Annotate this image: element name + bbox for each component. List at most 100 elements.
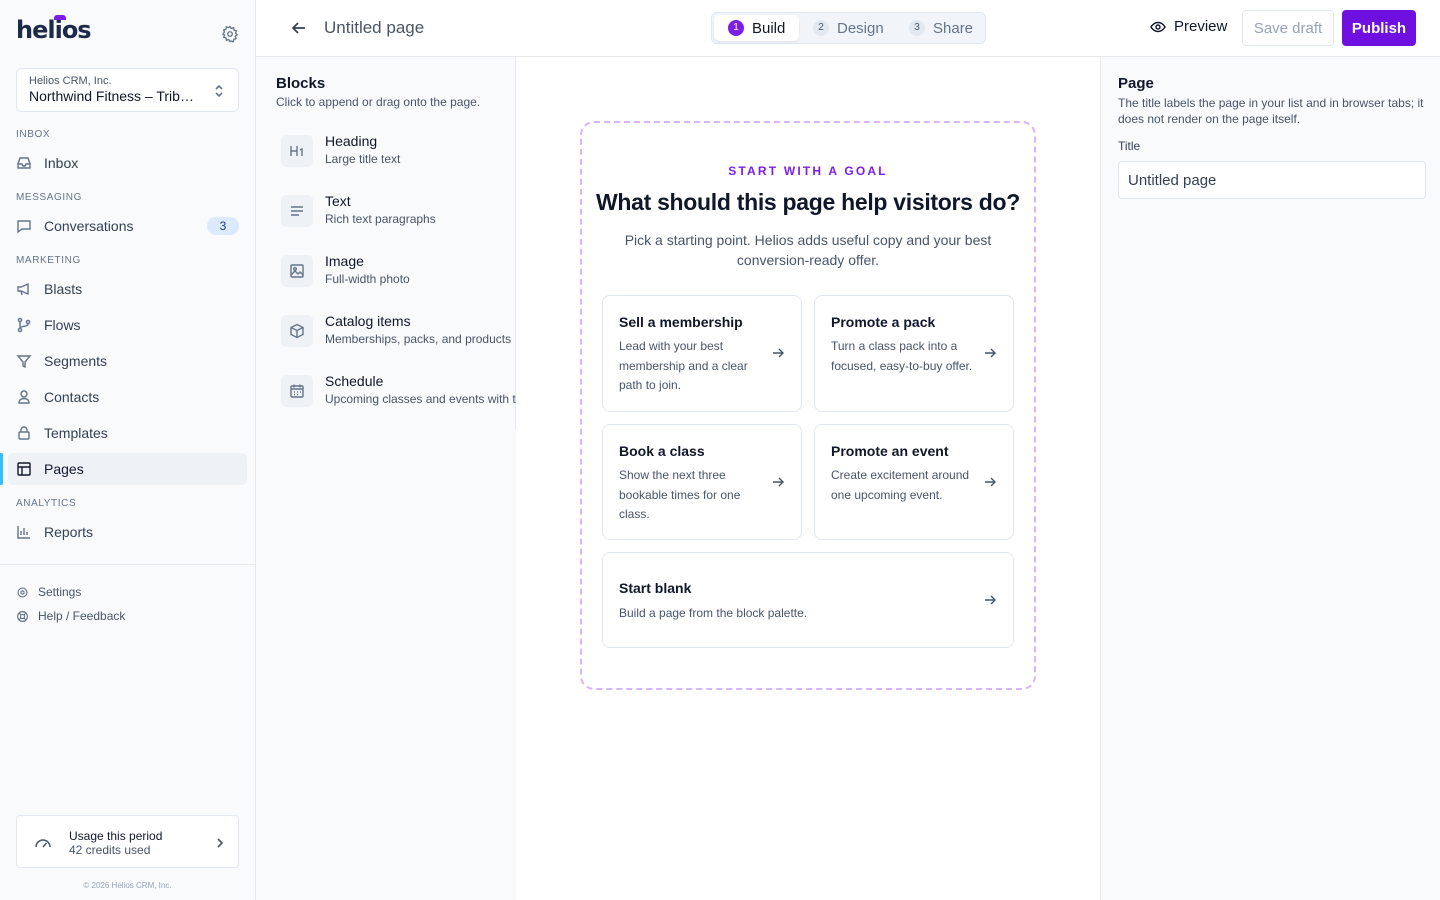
goal-card-desc: Turn a class pack into a focused, easy-t… bbox=[831, 339, 973, 373]
block-title: Catalog items bbox=[325, 313, 411, 329]
sidebar-divider bbox=[0, 564, 255, 565]
step-number: 1 bbox=[728, 20, 744, 36]
megaphone-icon bbox=[17, 282, 29, 296]
sidebar-item-conversations[interactable]: Conversations 3 bbox=[8, 210, 247, 242]
goal-card-start-blank[interactable]: Start blank Build a page from the block … bbox=[602, 552, 1014, 648]
sidebar-item-label: Contacts bbox=[44, 389, 100, 405]
goal-eyebrow: START WITH A GOAL bbox=[728, 164, 888, 178]
chevron-up-down-icon bbox=[215, 84, 223, 98]
arrow-right-icon bbox=[773, 348, 784, 358]
goal-card-title: Promote an event bbox=[831, 443, 949, 459]
sidebar-item-contacts[interactable]: Contacts bbox=[8, 381, 247, 413]
sidebar-item-label: Templates bbox=[44, 425, 108, 441]
step-switcher: 1 Build 2 Design 3 Share bbox=[711, 12, 986, 44]
goal-card-promote-event[interactable]: Promote an event Create excitement aroun… bbox=[814, 424, 1014, 540]
step-share[interactable]: 3 Share bbox=[895, 15, 987, 41]
save-draft-button[interactable]: Save draft bbox=[1242, 10, 1334, 46]
arrow-left-icon[interactable] bbox=[290, 19, 308, 37]
step-design[interactable]: 2 Design bbox=[799, 15, 898, 41]
step-label: Build bbox=[752, 19, 786, 37]
page-title: Untitled page bbox=[324, 18, 425, 37]
message-icon bbox=[17, 220, 31, 234]
goal-card-title: Book a class bbox=[619, 443, 705, 459]
text-lines-icon bbox=[281, 195, 313, 227]
sidebar-item-label: Segments bbox=[44, 353, 108, 369]
sidebar-item-label: Pages bbox=[44, 461, 84, 477]
arrow-right-icon bbox=[773, 477, 784, 487]
logo-text: helios bbox=[16, 16, 92, 44]
arrow-right-icon bbox=[985, 348, 996, 358]
org-switcher[interactable]: Helios CRM, Inc. Northwind Fitness – Tri… bbox=[16, 68, 239, 112]
preview-label: Preview bbox=[1174, 18, 1228, 35]
block-schedule[interactable]: Schedule Upcoming classes and events wit… bbox=[276, 369, 516, 409]
goal-card-title: Sell a membership bbox=[619, 314, 743, 330]
goal-card-desc: Lead with your best membership and a cle… bbox=[619, 339, 748, 392]
gear-icon[interactable] bbox=[221, 25, 239, 43]
layout-icon bbox=[17, 462, 31, 476]
org-location: Northwind Fitness – Tribeca bbox=[29, 88, 201, 104]
block-catalog-items[interactable]: Catalog items Memberships, packs, and pr… bbox=[276, 309, 516, 349]
page-canvas: START WITH A GOAL What should this page … bbox=[516, 57, 1100, 900]
blocks-panel: Blocks Click to append or drag onto the … bbox=[256, 57, 516, 900]
goal-card-desc: Create excitement around one upcoming ev… bbox=[831, 468, 970, 502]
arrow-right-icon bbox=[985, 595, 996, 605]
block-desc: Memberships, packs, and products bbox=[325, 332, 512, 346]
sidebar-item-reports[interactable]: Reports bbox=[8, 516, 247, 548]
block-title: Schedule bbox=[325, 373, 384, 389]
sidebar-item-flows[interactable]: Flows bbox=[8, 309, 247, 341]
section-label-marketing: MARKETING bbox=[16, 255, 81, 266]
panel-title: Page bbox=[1118, 75, 1154, 92]
goal-card-sell-membership[interactable]: Sell a membership Lead with your best me… bbox=[602, 295, 802, 412]
unread-badge: 3 bbox=[207, 217, 239, 235]
eye-icon bbox=[1150, 21, 1166, 32]
lock-icon bbox=[18, 426, 30, 440]
block-image[interactable]: Image Full-width photo bbox=[276, 249, 516, 289]
goal-card-promote-pack[interactable]: Promote a pack Turn a class pack into a … bbox=[814, 295, 1014, 412]
goal-card-desc: Show the next three bookable times for o… bbox=[619, 468, 741, 521]
section-label-analytics: ANALYTICS bbox=[16, 498, 77, 509]
editor-topbar: Untitled page 1 Build 2 Design 3 Share P… bbox=[256, 0, 1440, 57]
preview-button[interactable]: Preview bbox=[1150, 18, 1227, 35]
publish-button[interactable]: Publish bbox=[1342, 10, 1416, 46]
inbox-icon bbox=[17, 157, 31, 169]
step-label: Design bbox=[837, 19, 884, 37]
block-desc: Upcoming classes and events with times bbox=[325, 392, 516, 406]
sidebar-item-segments[interactable]: Segments bbox=[8, 345, 247, 377]
step-number: 3 bbox=[909, 20, 925, 36]
section-label-inbox: INBOX bbox=[16, 129, 51, 140]
heading-icon bbox=[281, 135, 313, 167]
sidebar-item-label: Conversations bbox=[44, 218, 134, 234]
help-feedback-link[interactable]: Help / Feedback bbox=[16, 609, 125, 623]
block-desc: Rich text paragraphs bbox=[325, 212, 436, 226]
sidebar-item-templates[interactable]: Templates bbox=[8, 417, 247, 449]
step-build[interactable]: 1 Build bbox=[714, 15, 800, 41]
sidebar-item-label: Flows bbox=[44, 317, 81, 333]
blocks-title: Blocks bbox=[276, 75, 326, 92]
user-icon bbox=[18, 390, 30, 404]
settings-link[interactable]: Settings bbox=[16, 585, 81, 599]
git-branch-icon bbox=[17, 317, 31, 333]
sidebar-item-blasts[interactable]: Blasts bbox=[8, 273, 247, 305]
usage-card[interactable]: Usage this period 42 credits used bbox=[16, 815, 239, 868]
page-settings-panel: Page The title labels the page in your l… bbox=[1100, 57, 1440, 900]
logo-mark bbox=[54, 15, 66, 20]
blocks-list: Blocks Click to append or drag onto the … bbox=[256, 57, 516, 430]
block-text[interactable]: Text Rich text paragraphs bbox=[276, 189, 516, 229]
title-field[interactable] bbox=[1118, 161, 1426, 199]
active-indicator bbox=[0, 453, 3, 485]
block-heading[interactable]: Heading Large title text bbox=[276, 129, 516, 169]
help-feedback-label: Help / Feedback bbox=[38, 609, 126, 623]
sidebar-item-inbox[interactable]: Inbox bbox=[8, 147, 247, 179]
image-icon bbox=[281, 255, 313, 287]
helios-logo[interactable]: helios bbox=[16, 15, 92, 44]
sidebar-item-pages[interactable]: Pages bbox=[8, 453, 247, 485]
goal-card-desc: Build a page from the block palette. bbox=[619, 606, 808, 620]
goal-heading: What should this page help visitors do? bbox=[595, 189, 1021, 215]
goal-card-title: Promote a pack bbox=[831, 314, 936, 330]
filter-icon bbox=[16, 355, 32, 369]
lifebuoy-icon bbox=[17, 610, 28, 622]
arrow-right-icon bbox=[985, 477, 996, 487]
goal-subtitle: Pick a starting point. Helios adds usefu… bbox=[624, 232, 992, 268]
block-title: Text bbox=[325, 193, 351, 209]
goal-card-book-class[interactable]: Book a class Show the next three bookabl… bbox=[602, 424, 802, 540]
